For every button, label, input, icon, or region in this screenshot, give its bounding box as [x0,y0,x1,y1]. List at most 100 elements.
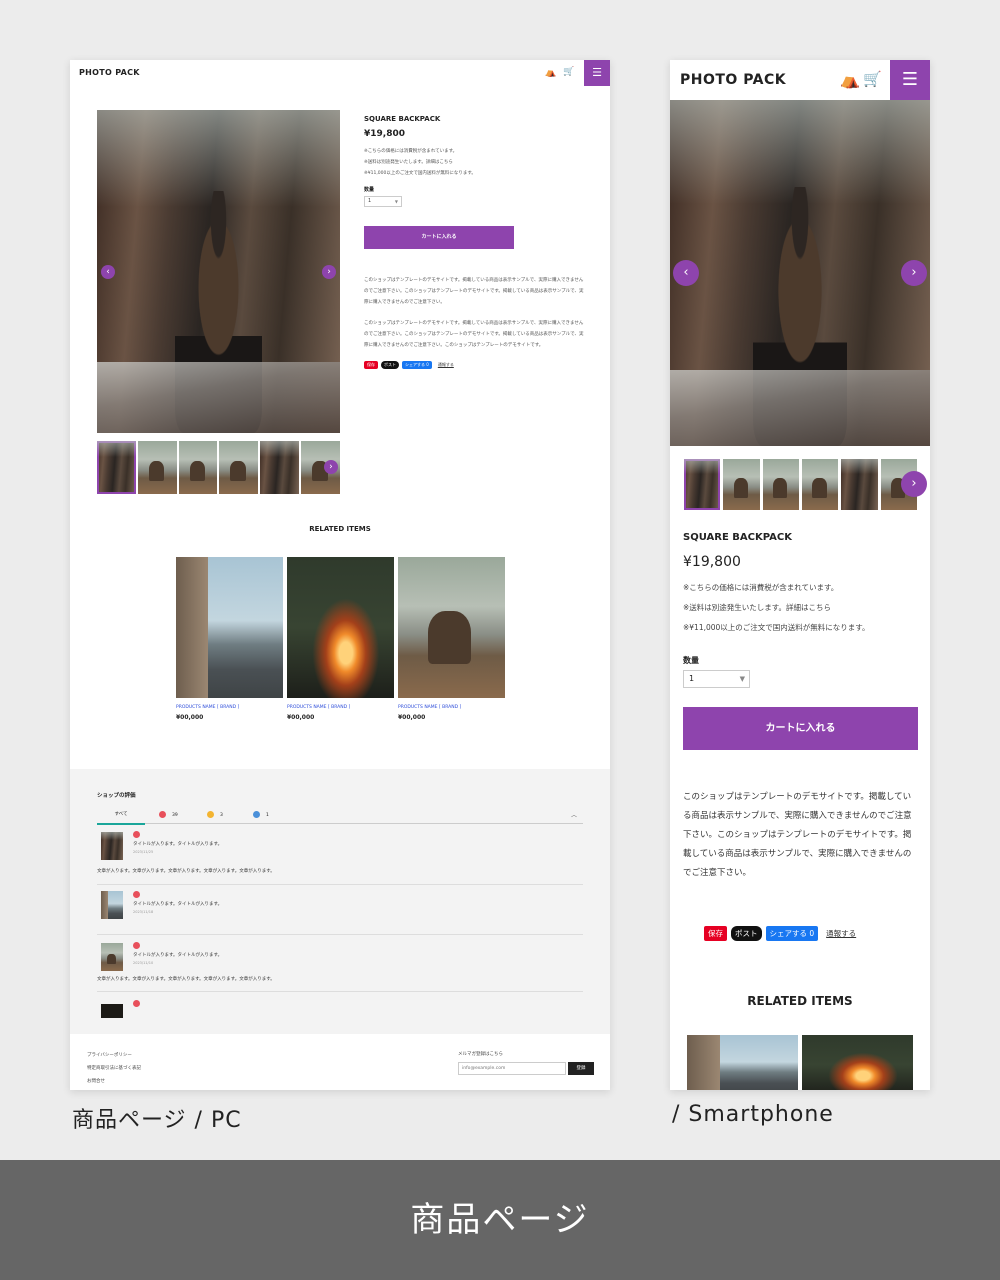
smile-icon [159,811,166,818]
product-description: このショップはテンプレートのデモサイトです。掲載している商品は表示サンプルで、実… [364,275,584,351]
add-to-cart-button[interactable]: カートに入れる [683,707,918,750]
related-item-price: ¥00,000 [287,714,315,721]
sad-face-icon [253,811,260,818]
related-item-name[interactable]: PRODUCTS NAME [ BRAND ] [176,705,283,710]
pc-thumbnail-strip: › [97,441,340,494]
prev-arrow-icon[interactable]: ‹ [101,265,115,279]
related-item-image[interactable] [176,557,283,698]
pc-product-main-image: ‹ › [97,110,340,433]
product-price: ¥19,800 [364,129,405,139]
related-items-list [687,1035,913,1090]
pinterest-save-button[interactable]: 保存 [704,926,727,941]
hamburger-icon[interactable]: ☰ [890,60,930,100]
review-date: 2023/11/18 [133,910,154,914]
qty-select[interactable]: 1 ▼ [364,196,402,207]
smile-icon [133,891,140,898]
thumbnail[interactable] [137,441,177,494]
pc-logo[interactable]: PHOTO PACK [79,68,140,77]
description-paragraph: このショップはテンプレートのデモサイトです。掲載している商品は表示サンプルで、実… [364,321,584,348]
qty-select[interactable]: 1 ▼ [683,670,750,688]
prev-arrow-icon[interactable]: ‹ [673,260,699,286]
related-item-card[interactable]: PRODUCTS NAME [ BRAND ] ¥00,000 [176,557,283,721]
report-link[interactable]: 通報する [435,361,457,369]
thumbnail[interactable] [723,459,760,510]
review-title: タイトルが入ります。タイトルが入ります。 [133,842,223,847]
pc-header: PHOTO PACK ⛺ 🛒 ☰ [70,60,610,86]
sp-caption: / Smartphone [672,1102,834,1127]
chevron-down-icon: ▼ [739,675,745,683]
reviews-title: ショップの評価 [97,793,136,799]
qty-label: 数量 [683,656,699,665]
share-buttons: 保存 ポスト シェアする 0 通報する [364,361,584,369]
related-item-image[interactable] [287,557,394,698]
pinterest-save-button[interactable]: 保存 [364,361,378,369]
thumbnail[interactable] [841,459,878,510]
thumbnail[interactable] [97,441,136,494]
add-to-cart-button[interactable]: カートに入れる [364,226,514,249]
related-item-card[interactable]: PRODUCTS NAME [ BRAND ] ¥00,000 [287,557,394,721]
tab-bad[interactable]: 1 [253,811,269,818]
thumbnail[interactable] [801,459,839,510]
tab-normal[interactable]: 3 [207,811,223,818]
contact-link[interactable]: お問合せ [87,1078,105,1084]
thumbnail[interactable] [260,441,300,494]
normal-count: 3 [220,813,223,818]
review-body: 文章が入ります。文章が入ります。文章が入ります。文章が入ります。文章が入ります。 [97,869,275,874]
tent-icon[interactable]: ⛺ [545,68,556,78]
related-item-price: ¥00,000 [176,714,204,721]
bad-count: 1 [266,813,269,818]
tokushoho-link[interactable]: 特定商取引法に基づく表記 [87,1065,141,1071]
related-item-name[interactable]: PRODUCTS NAME [ BRAND ] [398,705,505,710]
shipping-note[interactable]: ※送料は別途発生いたします。詳細はこちら [683,598,918,618]
tent-icon[interactable]: ⛺ [840,70,860,89]
next-arrow-icon[interactable]: › [322,265,336,279]
mailmag-label: メルマガ登録はこちら [458,1052,503,1057]
related-item-price: ¥00,000 [398,714,426,721]
privacy-policy-link[interactable]: プライバシーポリシー [87,1052,132,1058]
related-item-image[interactable] [802,1035,913,1090]
cart-icon[interactable]: 🛒 [863,70,882,88]
cart-icon[interactable]: 🛒 [563,67,574,77]
sp-product-info: SQUARE BACKPACK ¥19,800 ※こちらの価格には消費税が含まれ… [683,532,918,883]
subscribe-button[interactable]: 登録 [568,1062,594,1075]
facebook-share-button[interactable]: シェアする 0 [765,926,819,941]
smile-icon [133,1000,140,1007]
sp-logo[interactable]: PHOTO PACK [680,72,786,88]
chevron-up-icon[interactable]: ︿ [571,810,577,819]
divider [97,884,583,885]
qty-value: 1 [689,674,695,683]
thumbnail[interactable] [684,459,721,510]
tab-good[interactable]: 39 [159,811,178,818]
x-post-button[interactable]: ポスト [731,926,762,941]
related-item-card[interactable]: PRODUCTS NAME [ BRAND ] ¥00,000 [398,557,505,721]
chevron-down-icon: ▼ [394,199,398,204]
x-post-button[interactable]: ポスト [381,361,399,369]
next-arrow-icon[interactable]: › [901,260,927,286]
review-item [97,998,583,1018]
tab-all[interactable]: すべて [97,811,145,825]
review-item: タイトルが入ります。タイトルが入ります。 2023/11/25 文章が入ります。… [97,829,583,885]
review-item: タイトルが入ります。タイトルが入ります。 2023/11/10 文章が入ります。… [97,940,583,995]
qty-value: 1 [368,198,372,204]
shipping-note[interactable]: ※送料は別途発生いたします。詳細はこちら [364,157,584,168]
thumbnail[interactable]: › [301,441,340,494]
review-body: 文章が入ります。文章が入ります。文章が入ります。文章が入ります。文章が入ります。 [97,977,275,982]
pc-caption: 商品ページ / PC [72,1108,242,1133]
review-item: タイトルが入ります。タイトルが入ります。 2023/11/18 [97,889,583,935]
related-item-image[interactable] [687,1035,798,1090]
related-item-image[interactable] [398,557,505,698]
pc-product-info: SQUARE BACKPACK ¥19,800 ※こちらの価格には消費税が含まれ… [364,115,584,369]
related-item-name[interactable]: PRODUCTS NAME [ BRAND ] [287,705,394,710]
facebook-share-button[interactable]: シェアする 0 [402,361,432,369]
email-field[interactable]: info@example.com [458,1062,566,1075]
hamburger-icon[interactable]: ☰ [584,60,610,86]
thumbnail[interactable] [219,441,259,494]
review-avatar [101,891,123,919]
thumbnail[interactable] [762,459,799,510]
thumbs-next-arrow-icon[interactable]: › [323,460,338,474]
thumbnail[interactable] [178,441,218,494]
thumbs-next-arrow-icon[interactable]: › [901,471,927,497]
report-link[interactable]: 通報する [822,926,860,941]
review-avatar [101,832,123,860]
smile-icon [133,942,140,949]
